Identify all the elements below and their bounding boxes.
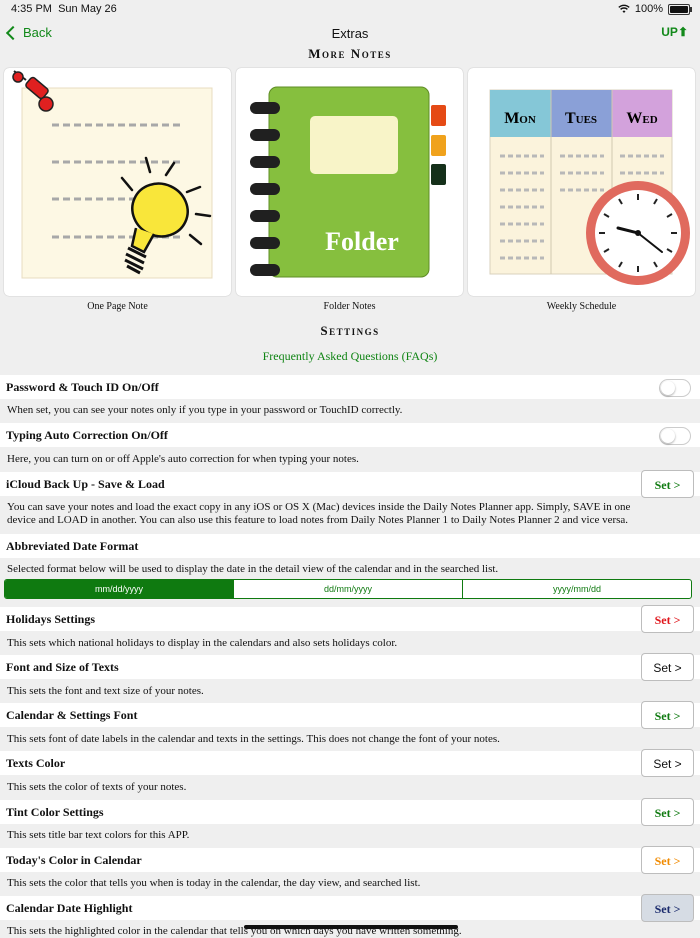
folder-notes-label: Folder Notes <box>323 301 376 312</box>
calendar-font-desc: This sets font of date labels in the cal… <box>7 733 500 745</box>
svg-text:Tues: Tues <box>565 110 597 127</box>
weekly-schedule-label: Weekly Schedule <box>546 301 617 312</box>
date-format-option-mdy[interactable]: mm/dd/yyyy <box>5 580 233 598</box>
wifi-icon <box>618 4 630 13</box>
clock-icon <box>586 181 690 285</box>
nav-title: Extras <box>331 26 369 41</box>
date-format-option-ymd[interactable]: yyyy/mm/dd <box>462 580 691 598</box>
holidays-desc: This sets which national holidays to dis… <box>7 637 398 649</box>
date-format-title: Abbreviated Date Format <box>6 539 139 553</box>
calendar-font-set-button[interactable]: Set > <box>641 701 694 729</box>
one-page-note-card[interactable] <box>4 68 231 296</box>
date-format-segmented-control: mm/dd/yyyy dd/mm/yyyy yyyy/mm/dd <box>4 579 692 599</box>
date-format-option-dmy[interactable]: dd/mm/yyyy <box>233 580 462 598</box>
svg-text:Folder: Folder <box>325 227 399 256</box>
status-time: 4:35 PM Sun May 26 <box>11 3 117 15</box>
faq-link[interactable]: Frequently Asked Questions (FAQs) <box>0 349 700 364</box>
texts-color-row: Texts Color Set > <box>0 749 700 777</box>
weekly-schedule-illustration: Mon Tues Wed <box>489 89 690 285</box>
date-format-desc: Selected format below will be used to di… <box>7 563 499 575</box>
autocorrect-toggle[interactable] <box>659 427 691 445</box>
font-set-button[interactable]: Set > <box>641 653 694 681</box>
today-color-desc: This sets the color that tells you when … <box>7 877 421 889</box>
password-desc: When set, you can see your notes only if… <box>7 404 403 416</box>
up-button[interactable]: UP⬆ <box>661 25 688 39</box>
one-page-note-label: One Page Note <box>87 301 148 312</box>
svg-text:Mon: Mon <box>504 110 536 127</box>
battery-icon <box>668 3 692 15</box>
weekly-schedule-card[interactable]: Mon Tues Wed <box>468 68 695 296</box>
today-color-row: Today's Color in Calendar Set > <box>0 846 700 874</box>
tint-title: Tint Color Settings <box>6 805 104 819</box>
calendar-font-title: Calendar & Settings Font <box>6 708 138 722</box>
tint-desc: This sets title bar text colors for this… <box>7 829 190 841</box>
folder-notes-card[interactable]: Folder <box>236 68 463 296</box>
tint-set-button[interactable]: Set > <box>641 798 694 826</box>
folder-notes-illustration: Folder <box>250 86 446 278</box>
date-highlight-set-button[interactable]: Set > <box>641 894 694 922</box>
up-label: UP <box>661 25 678 39</box>
holidays-title: Holidays Settings <box>6 612 96 626</box>
date-format-row: Abbreviated Date Format <box>0 534 700 558</box>
home-indicator[interactable] <box>244 925 458 929</box>
font-row: Font and Size of Texts Set > <box>0 653 700 681</box>
icloud-desc: You can save your notes and load the exa… <box>7 501 631 526</box>
icloud-title: iCloud Back Up - Save & Load <box>6 477 165 491</box>
tint-row: Tint Color Settings Set > <box>0 798 700 826</box>
one-page-note-illustration <box>12 70 213 279</box>
autocorrect-desc: Here, you can turn on or off Apple's aut… <box>7 453 359 465</box>
calendar-font-row: Calendar & Settings Font Set > <box>0 701 700 729</box>
today-color-title: Today's Color in Calendar <box>6 853 142 867</box>
texts-color-desc: This sets the color of texts of your not… <box>7 781 187 793</box>
svg-text:Wed: Wed <box>626 110 657 127</box>
icloud-set-button[interactable]: Set > <box>641 470 694 498</box>
more-notes-title: More Notes <box>308 46 392 61</box>
texts-color-set-button[interactable]: Set > <box>641 749 694 777</box>
settings-title: Settings <box>320 323 380 338</box>
password-title: Password & Touch ID On/Off <box>6 380 159 394</box>
holidays-set-button[interactable]: Set > <box>641 605 694 633</box>
battery-percent: 100% <box>634 3 663 15</box>
arrow-up-icon: ⬆ <box>677 25 688 39</box>
status-bar: 4:35 PM Sun May 26 100% <box>0 0 700 18</box>
status-right: 100% <box>618 3 692 15</box>
autocorrect-row: Typing Auto Correction On/Off <box>0 423 700 447</box>
autocorrect-title: Typing Auto Correction On/Off <box>6 428 168 442</box>
texts-color-title: Texts Color <box>6 756 66 770</box>
icloud-row: iCloud Back Up - Save & Load Set > <box>0 470 700 498</box>
date-highlight-row: Calendar Date Highlight Set > <box>0 894 700 922</box>
font-desc: This sets the font and text size of your… <box>7 685 204 697</box>
password-row: Password & Touch ID On/Off <box>0 375 700 399</box>
holidays-row: Holidays Settings Set > <box>0 605 700 633</box>
today-color-set-button[interactable]: Set > <box>641 846 694 874</box>
font-title: Font and Size of Texts <box>6 660 119 674</box>
password-toggle[interactable] <box>659 379 691 397</box>
date-highlight-title: Calendar Date Highlight <box>6 901 133 915</box>
